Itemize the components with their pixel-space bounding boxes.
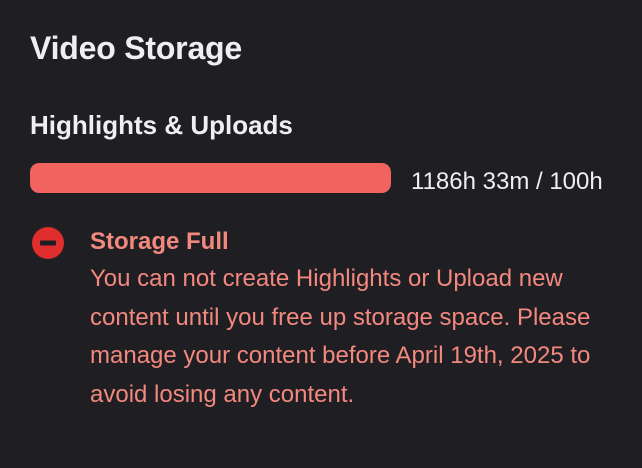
storage-usage-text: 1186h 33m / 100h	[411, 168, 603, 195]
alert-message: You can not create Highlights or Upload …	[90, 265, 591, 408]
alert-title: Storage Full	[90, 228, 229, 255]
storage-usage-row: 1186h 33m / 100h	[30, 163, 634, 203]
page-title: Video Storage	[30, 30, 242, 66]
storage-progress-fill	[30, 163, 391, 193]
storage-progress-track	[30, 163, 391, 193]
minus-circle-icon	[32, 227, 64, 259]
section-title: Highlights & Uploads	[30, 110, 293, 140]
alert-body: Storage Full You can not create Highligh…	[90, 225, 634, 414]
